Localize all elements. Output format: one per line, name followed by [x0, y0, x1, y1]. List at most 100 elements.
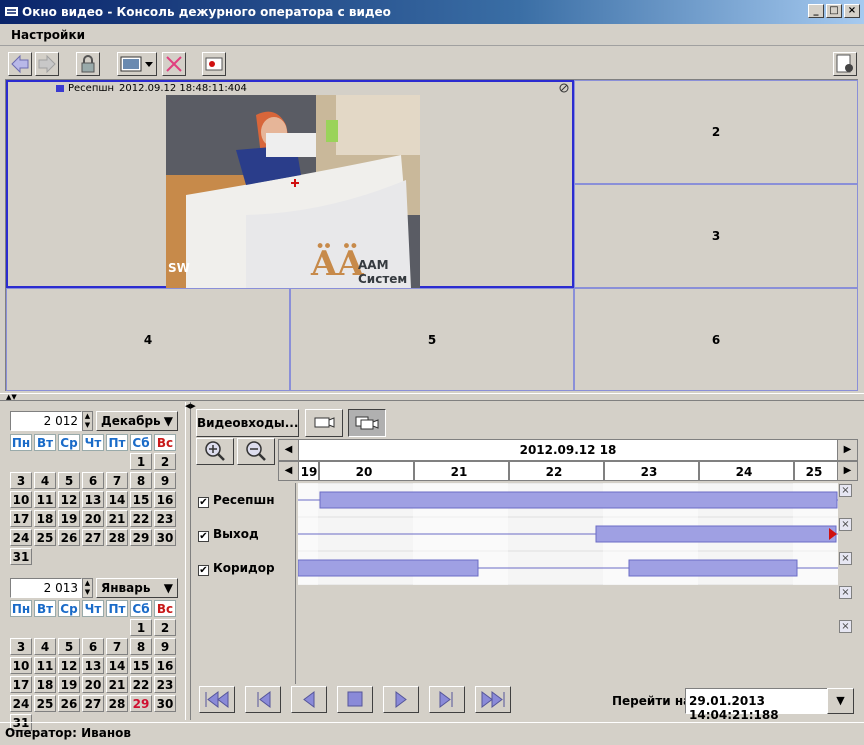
calendar-day[interactable]: 24 — [10, 529, 32, 546]
calendar-day[interactable]: 5 — [58, 472, 80, 489]
calendar-day[interactable]: 21 — [106, 676, 128, 693]
video-cell-4[interactable]: 4 — [6, 288, 290, 391]
close-button[interactable]: × — [844, 4, 860, 18]
maximize-button[interactable]: □ — [826, 4, 842, 18]
forward-button[interactable] — [35, 52, 59, 76]
calendar-day[interactable]: 4 — [34, 472, 56, 489]
camera-mode-button[interactable] — [305, 409, 343, 437]
calendar-day[interactable]: 13 — [82, 657, 104, 674]
collapse-icon[interactable]: ▲▼ — [6, 393, 17, 401]
calendar-day[interactable]: 8 — [130, 638, 152, 655]
calendar-day[interactable]: 3 — [10, 638, 32, 655]
goto-dropdown-button[interactable]: ▼ — [827, 688, 854, 714]
video-cell-2[interactable]: 2 — [574, 80, 858, 184]
calendar-day[interactable]: 25 — [34, 695, 56, 712]
calendar-day[interactable]: 24 — [10, 695, 32, 712]
calendar-day[interactable]: 26 — [58, 529, 80, 546]
remove-row-button[interactable]: × — [839, 484, 852, 497]
channel-row-corridor[interactable]: ✔ Коридор — [198, 561, 275, 576]
minimize-button[interactable]: _ — [808, 4, 824, 18]
calendar-day[interactable]: 22 — [130, 676, 152, 693]
stop-button[interactable] — [337, 686, 373, 713]
calendar-day[interactable]: 16 — [154, 657, 176, 674]
calendar-day[interactable]: 17 — [10, 676, 32, 693]
calendar-day[interactable]: 29 — [130, 695, 152, 712]
skip-to-start-button[interactable] — [199, 686, 235, 713]
calendar-day[interactable]: 9 — [154, 638, 176, 655]
next-frame-button[interactable] — [429, 686, 465, 713]
calendar-day[interactable]: 3 — [10, 472, 32, 489]
hour-prev-button[interactable]: ◀ — [279, 462, 299, 480]
zoom-in-button[interactable] — [196, 438, 234, 465]
year-spin-buttons[interactable]: ▲ ▼ — [82, 411, 93, 431]
calendar-day[interactable]: 27 — [82, 695, 104, 712]
calendar-day[interactable]: 18 — [34, 676, 56, 693]
calendar-day[interactable]: 2 — [154, 453, 176, 470]
year-spin-buttons[interactable]: ▲ ▼ — [82, 578, 93, 598]
calendar-day[interactable]: 9 — [154, 472, 176, 489]
calendar-day[interactable]: 14 — [106, 491, 128, 508]
timeline-tracks[interactable] — [297, 483, 838, 684]
calendar-day[interactable]: 5 — [58, 638, 80, 655]
calendar-day[interactable]: 14 — [106, 657, 128, 674]
back-button[interactable] — [8, 52, 32, 76]
calendar-day[interactable]: 18 — [34, 510, 56, 527]
calendar-day[interactable]: 30 — [154, 695, 176, 712]
calendar-day[interactable]: 17 — [10, 510, 32, 527]
calendar-day[interactable]: 7 — [106, 638, 128, 655]
previous-frame-button[interactable] — [245, 686, 281, 713]
calendar-day[interactable]: 11 — [34, 491, 56, 508]
calendar-day[interactable]: 15 — [130, 657, 152, 674]
video-frame[interactable]: ÄÄ SW ААМ Систем — [166, 95, 420, 288]
multi-camera-mode-button[interactable] — [348, 409, 386, 437]
calendar-day[interactable]: 23 — [154, 676, 176, 693]
calendar-day[interactable]: 27 — [82, 529, 104, 546]
calendar-day[interactable]: 28 — [106, 695, 128, 712]
calendar-day[interactable]: 30 — [154, 529, 176, 546]
calendar-day[interactable]: 20 — [82, 510, 104, 527]
remove-row-button[interactable]: × — [839, 552, 852, 565]
menu-settings[interactable]: Настройки — [11, 28, 85, 42]
checkbox-icon[interactable]: ✔ — [198, 497, 209, 508]
calendar-day[interactable]: 2 — [154, 619, 176, 636]
calendar-day[interactable]: 10 — [10, 491, 32, 508]
record-button[interactable] — [202, 52, 226, 76]
calendar-day[interactable]: 16 — [154, 491, 176, 508]
date-next-button[interactable]: ▶ — [837, 440, 857, 460]
calendar-day[interactable]: 8 — [130, 472, 152, 489]
calendar-day[interactable]: 31 — [10, 548, 32, 565]
calendar-day[interactable]: 22 — [130, 510, 152, 527]
calendar-day[interactable]: 1 — [130, 453, 152, 470]
remove-row-button[interactable]: × — [839, 518, 852, 531]
calendar-day[interactable]: 26 — [58, 695, 80, 712]
video-cell-6[interactable]: 6 — [574, 288, 858, 391]
year-spinner[interactable]: 2 013 — [10, 578, 82, 598]
channel-row-reception[interactable]: ✔ Ресепшн — [198, 493, 275, 508]
calendar-day[interactable]: 6 — [82, 472, 104, 489]
remove-row-button[interactable]: × — [839, 586, 852, 599]
year-spinner[interactable]: 2 012 — [10, 411, 82, 431]
horizontal-splitter[interactable]: ▲▼ — [0, 393, 864, 401]
calendar-day[interactable]: 4 — [34, 638, 56, 655]
video-cell-3[interactable]: 3 — [574, 184, 858, 288]
hour-next-button[interactable]: ▶ — [837, 462, 857, 480]
calendar-day[interactable]: 29 — [130, 529, 152, 546]
month-select[interactable]: Январь ▼ — [96, 578, 178, 598]
channel-row-exit[interactable]: ✔ Выход — [198, 527, 259, 542]
settings-panel-button[interactable] — [833, 52, 857, 76]
clear-button[interactable] — [162, 52, 186, 76]
calendar-day[interactable]: 12 — [58, 657, 80, 674]
lock-button[interactable] — [76, 52, 100, 76]
calendar-day[interactable]: 12 — [58, 491, 80, 508]
checkbox-icon[interactable]: ✔ — [198, 565, 209, 576]
video-cell-5[interactable]: 5 — [290, 288, 574, 391]
calendar-day[interactable]: 23 — [154, 510, 176, 527]
calendar-day[interactable]: 21 — [106, 510, 128, 527]
video-cell-1[interactable]: Ресепшн 2012.09.12 18:48:11:404 ÄÄ SW АА… — [6, 80, 574, 288]
calendar-day[interactable]: 11 — [34, 657, 56, 674]
calendar-day[interactable]: 19 — [58, 676, 80, 693]
calendar-day[interactable]: 6 — [82, 638, 104, 655]
video-inputs-button[interactable]: Видеовходы... — [196, 409, 299, 437]
month-select[interactable]: Декабрь ▼ — [96, 411, 178, 431]
checkbox-icon[interactable]: ✔ — [198, 531, 209, 542]
